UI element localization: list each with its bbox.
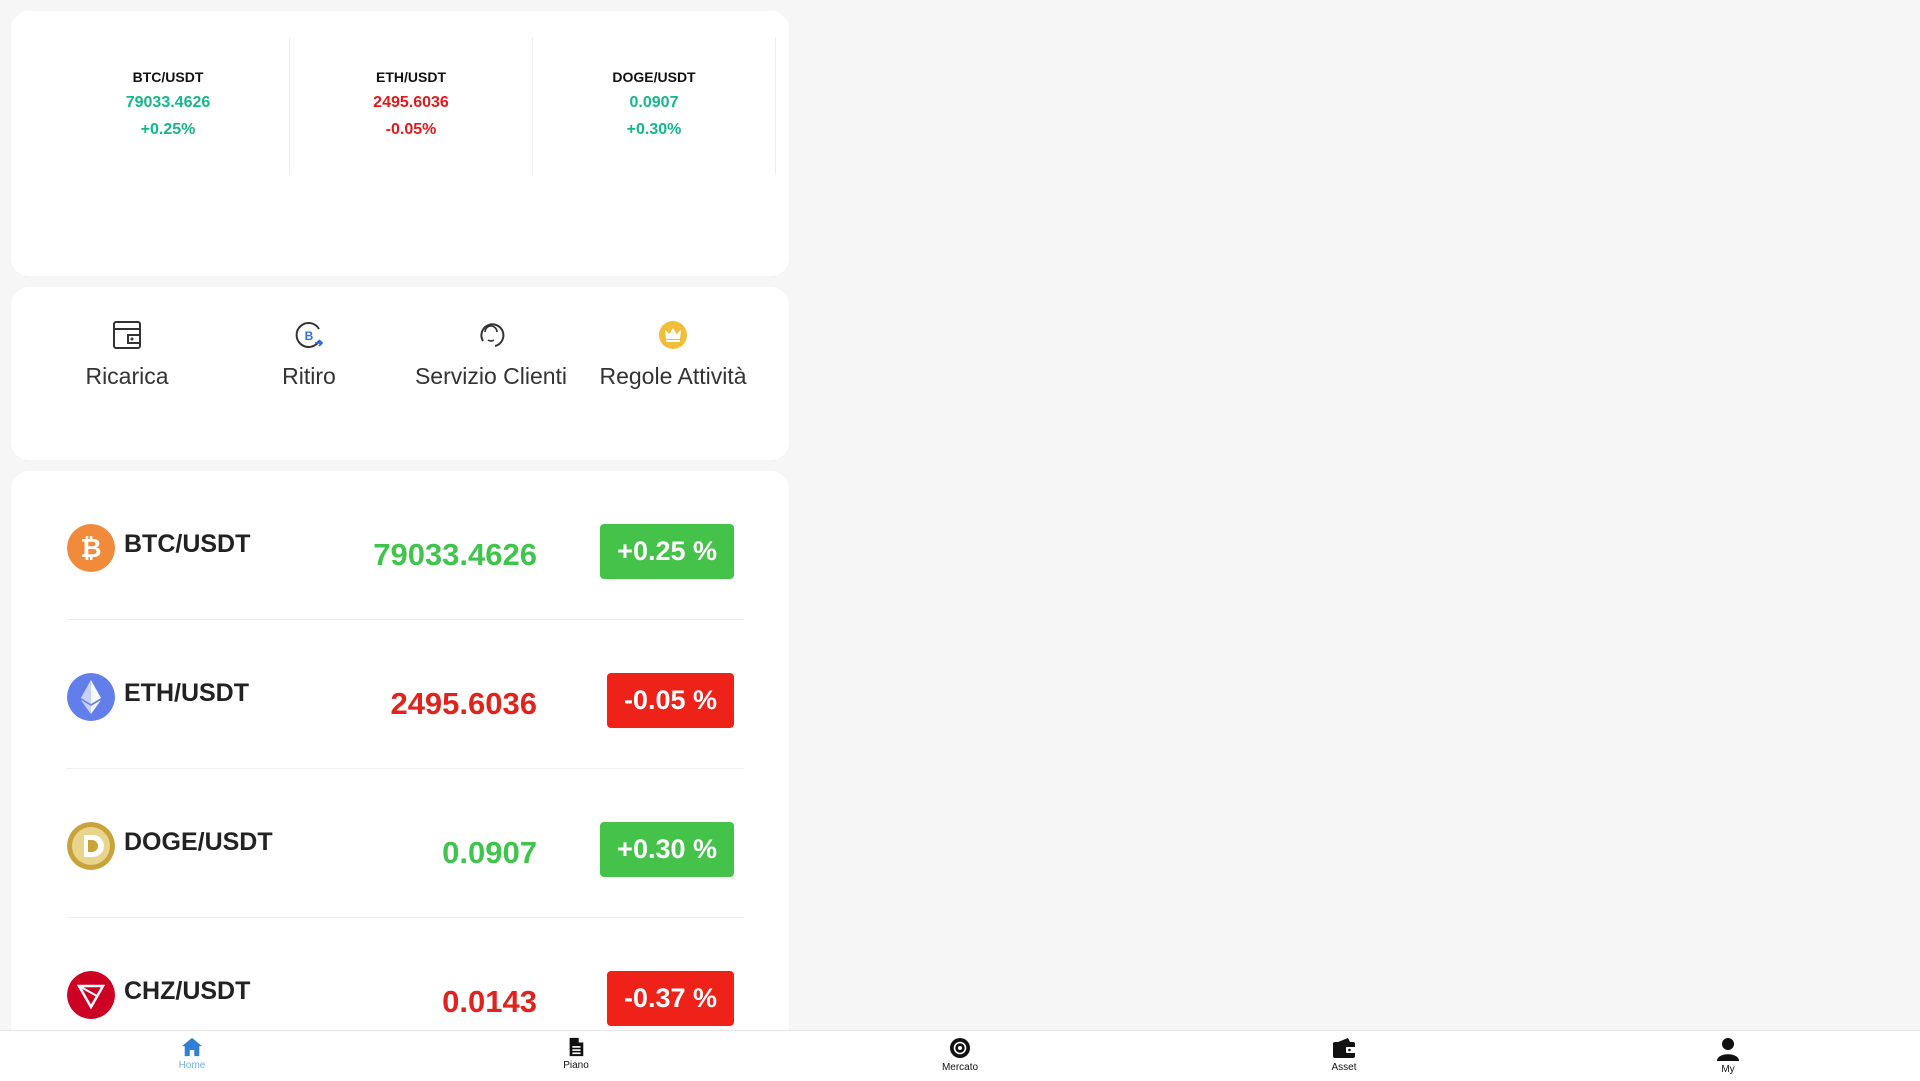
support-icon [480,323,505,347]
change-badge: -0.05 % [606,673,734,728]
svg-text:₿: ₿ [80,533,101,563]
action-label: Ritiro [282,363,336,389]
withdraw-button[interactable]: B Ritiro [229,319,389,391]
change-badge: +0.30 % [600,822,734,877]
action-label: Ricarica [85,363,169,389]
action-label: Servizio Clienti [414,363,568,389]
ticker-item-doge[interactable]: DOGE/USDT 0.0907 +0.30% [533,37,776,175]
market-row-btc[interactable]: ₿ BTC/USDT 79033.4626 +0.25 % [67,471,744,620]
market-list-card: ₿ BTC/USDT 79033.4626 +0.25 % ETH/USDT 2… [11,471,789,1071]
market-row-eth[interactable]: ETH/USDT 2495.6036 -0.05 % [67,620,744,769]
wallet-icon [1333,1038,1356,1058]
ethereum-icon [67,673,115,721]
dogecoin-icon [67,822,115,870]
document-icon [569,1037,584,1057]
market-icon [950,1038,970,1058]
wallet-icon [113,321,141,349]
ticker-pair: ETH/USDT [376,69,446,85]
market-price: 0.0907 [442,835,537,870]
quick-actions-card: Ricarica B Ritiro Servizio Clienti Regol… [11,287,789,460]
nav-mercato[interactable]: Mercato [910,1037,1010,1073]
market-row-doge[interactable]: DOGE/USDT 0.0907 +0.30 % [67,769,744,918]
ticker-item-btc[interactable]: BTC/USDT 79033.4626 +0.25% [47,37,290,175]
market-pair: ETH/USDT [124,679,249,707]
market-price: 0.0143 [442,984,537,1019]
change-badge: +0.25 % [600,524,734,579]
home-icon [182,1037,202,1057]
ticker-item-eth[interactable]: ETH/USDT 2495.6036 -0.05% [290,37,533,175]
action-label: Regole Attività [599,363,747,389]
market-pair: CHZ/USDT [124,977,251,1005]
market-price: 2495.6036 [390,686,537,721]
crown-icon [659,321,687,349]
bottom-nav: Home Piano Mercato Asset My [0,1030,1920,1081]
ticker-pair: BTC/USDT [132,69,204,85]
nav-asset[interactable]: Asset [1294,1037,1394,1073]
nav-label: Asset [1331,1062,1357,1073]
nav-label: Piano [563,1060,589,1071]
activity-rules-button[interactable]: Regole Attività [593,319,753,391]
ticker-change: +0.30% [626,121,682,138]
bitcoin-withdraw-icon: B [295,322,324,348]
nav-label: Home [178,1060,206,1071]
svg-text:B: B [305,329,314,343]
ticker-price: 0.0907 [629,94,679,111]
nav-label: My [1721,1064,1735,1075]
change-badge: -0.37 % [606,971,734,1026]
market-price: 79033.4626 [373,537,537,572]
ticker-change: +0.25% [140,121,196,138]
customer-service-button[interactable]: Servizio Clienti [411,319,571,391]
nav-piano[interactable]: Piano [526,1037,626,1071]
ticker-change: -0.05% [385,121,437,138]
nav-label: Mercato [941,1062,979,1073]
ticker-price: 2495.6036 [373,94,449,111]
bitcoin-icon: ₿ [67,524,115,572]
user-icon [1717,1038,1739,1061]
ticker-grid: BTC/USDT 79033.4626 +0.25% ETH/USDT 2495… [47,11,789,175]
ticker-card: BTC/USDT 79033.4626 +0.25% ETH/USDT 2495… [11,11,789,276]
recharge-button[interactable]: Ricarica [47,319,207,391]
market-pair: BTC/USDT [124,530,251,558]
chiliz-icon [67,971,115,1019]
nav-my[interactable]: My [1678,1037,1778,1075]
ticker-price: 79033.4626 [125,94,211,111]
nav-home[interactable]: Home [142,1037,242,1071]
ticker-pair: DOGE/USDT [612,69,696,85]
market-pair: DOGE/USDT [124,828,273,856]
